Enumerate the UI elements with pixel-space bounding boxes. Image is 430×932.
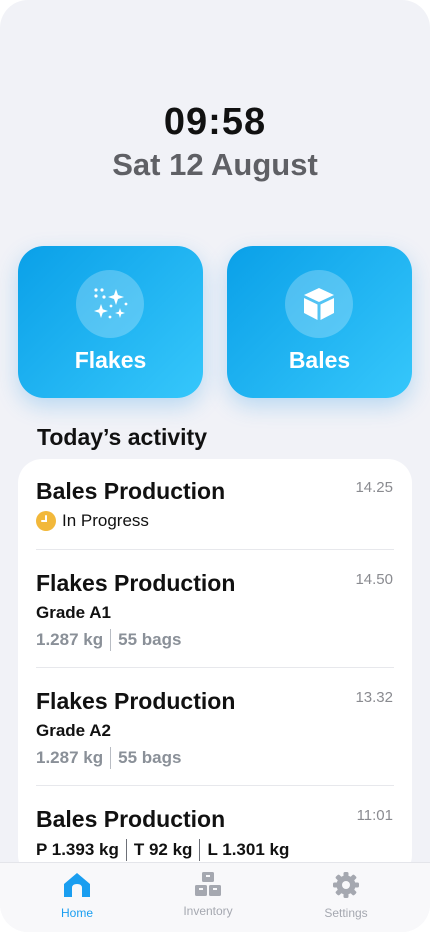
activity-item-title: Flakes Production bbox=[36, 688, 236, 714]
activity-item[interactable]: Bales Production 14.25 In Progress bbox=[36, 477, 394, 531]
divider bbox=[36, 785, 394, 786]
sparkles-icon bbox=[76, 270, 144, 338]
t-value: T 92 kg bbox=[133, 840, 193, 859]
weight-value: 1.287 kg bbox=[36, 630, 104, 649]
status-text: In Progress bbox=[62, 511, 149, 530]
activity-item-time: 14.50 bbox=[355, 571, 393, 588]
activity-item-time: 14.25 bbox=[355, 479, 393, 496]
activity-item-title: Flakes Production bbox=[36, 570, 236, 596]
stats-row: 1.287 kg 55 bags bbox=[36, 629, 394, 651]
tab-inventory-label: Inventory bbox=[183, 904, 233, 918]
gear-icon bbox=[333, 872, 359, 898]
activity-item-time: 11:01 bbox=[356, 807, 393, 824]
activity-item[interactable]: Flakes Production 14.50 Grade A1 1.287 k… bbox=[36, 569, 394, 651]
activity-item-title: Bales Production bbox=[36, 806, 226, 832]
grade-label: Grade A2 bbox=[36, 721, 111, 740]
divider bbox=[36, 667, 394, 668]
clock-time: 09:58 bbox=[163, 101, 267, 143]
clock-date: Sat 12 August bbox=[112, 147, 318, 182]
tab-settings-label: Settings bbox=[324, 906, 368, 920]
activity-item-time: 13.32 bbox=[355, 689, 393, 706]
tab-home[interactable]: Home bbox=[22, 871, 132, 920]
stats-row: 1.287 kg 55 bags bbox=[36, 747, 394, 769]
bags-value: 55 bags bbox=[118, 630, 182, 649]
separator bbox=[125, 839, 127, 861]
activity-heading: Today’s activity bbox=[37, 424, 208, 450]
clock-icon bbox=[36, 511, 56, 531]
separator bbox=[110, 747, 112, 769]
l-value: L 1.301 kg bbox=[207, 840, 290, 859]
phone-screen: 09:58 Sat 12 August Flakes Bales Today’s… bbox=[0, 0, 430, 932]
bale-stats-row: P 1.393 kg T 92 kg L 1.301 kg bbox=[36, 839, 394, 861]
bales-tile-button[interactable]: Bales bbox=[227, 246, 412, 398]
activity-item[interactable]: Flakes Production 13.32 Grade A2 1.287 k… bbox=[36, 687, 394, 769]
tab-settings[interactable]: Settings bbox=[291, 871, 401, 920]
mode-tiles: Flakes Bales bbox=[18, 246, 412, 398]
grade-label: Grade A1 bbox=[36, 603, 111, 622]
flakes-tile-button[interactable]: Flakes bbox=[18, 246, 203, 398]
status-row: In Progress bbox=[36, 511, 394, 531]
separator bbox=[110, 629, 112, 651]
p-value: P 1.393 kg bbox=[36, 840, 119, 859]
weight-value: 1.287 kg bbox=[36, 748, 104, 767]
activity-item[interactable]: Bales Production 11:01 P 1.393 kg T 92 k… bbox=[36, 805, 394, 861]
bags-value: 55 bags bbox=[118, 748, 182, 767]
flakes-tile-label: Flakes bbox=[74, 347, 147, 373]
activity-card: Bales Production 14.25 In Progress Flake… bbox=[18, 459, 412, 879]
tab-bar: Home Inventory Settings bbox=[0, 862, 430, 932]
separator bbox=[199, 839, 201, 861]
boxes-icon bbox=[195, 872, 221, 896]
tab-home-label: Home bbox=[60, 906, 93, 920]
home-icon bbox=[64, 873, 90, 897]
clock-widget: 09:58 Sat 12 August bbox=[0, 100, 430, 185]
activity-item-title: Bales Production bbox=[36, 478, 226, 504]
tab-inventory[interactable]: Inventory bbox=[153, 871, 263, 918]
bales-tile-label: Bales bbox=[288, 347, 351, 373]
divider bbox=[36, 549, 394, 550]
cube-icon bbox=[285, 270, 353, 338]
